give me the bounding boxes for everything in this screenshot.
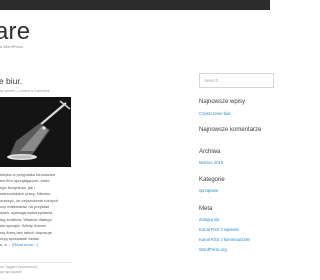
site-tagline: a WordPress xyxy=(0,44,24,49)
meta-link-rss-posts[interactable]: Kanał RSS z wpisami xyxy=(199,227,239,232)
post-meta: by admin — Leave a Comment xyxy=(0,89,50,93)
category-link[interactable]: sprzątanie xyxy=(199,188,218,193)
post-excerpt: ektyka w przypadku biurowców ew firm spr… xyxy=(0,172,72,249)
categories-title: Kategorie xyxy=(199,177,225,183)
post-footer: ne Tagged czyszczenie, ąw sprzątanie xyxy=(0,262,72,275)
meta-link-login[interactable]: Zaloguj się xyxy=(199,217,219,222)
archives-title: Archiwa xyxy=(199,149,221,155)
search-input[interactable]: Search ... xyxy=(199,73,274,88)
post-title[interactable]: ie biur. xyxy=(0,76,22,86)
recent-comments-title: Najnowsze komentarze xyxy=(199,127,262,133)
post-featured-image[interactable] xyxy=(0,97,71,167)
excerpt-last-line: e, a ... [Read more...] xyxy=(0,242,72,248)
archive-link[interactable]: Marzec 2015 xyxy=(199,160,223,165)
post-tags-line: ąw sprzątanie xyxy=(0,270,23,274)
recent-post-link[interactable]: Czyszczenie biur. xyxy=(199,111,232,116)
site-title[interactable]: are xyxy=(0,19,30,45)
cleaning-machine-image xyxy=(0,97,71,167)
meta-title: Meta xyxy=(199,206,213,212)
admin-top-bar xyxy=(0,0,270,10)
meta-link-rss-comments[interactable]: Kanał RSS z komentarzami xyxy=(199,237,250,242)
meta-link-wordpress[interactable]: WordPress.org xyxy=(199,247,227,252)
read-more-link[interactable]: [Read more...] xyxy=(12,242,37,247)
excerpt-line: e, a ... xyxy=(0,242,12,248)
recent-posts-title: Najnowsze wpisy xyxy=(199,99,246,105)
